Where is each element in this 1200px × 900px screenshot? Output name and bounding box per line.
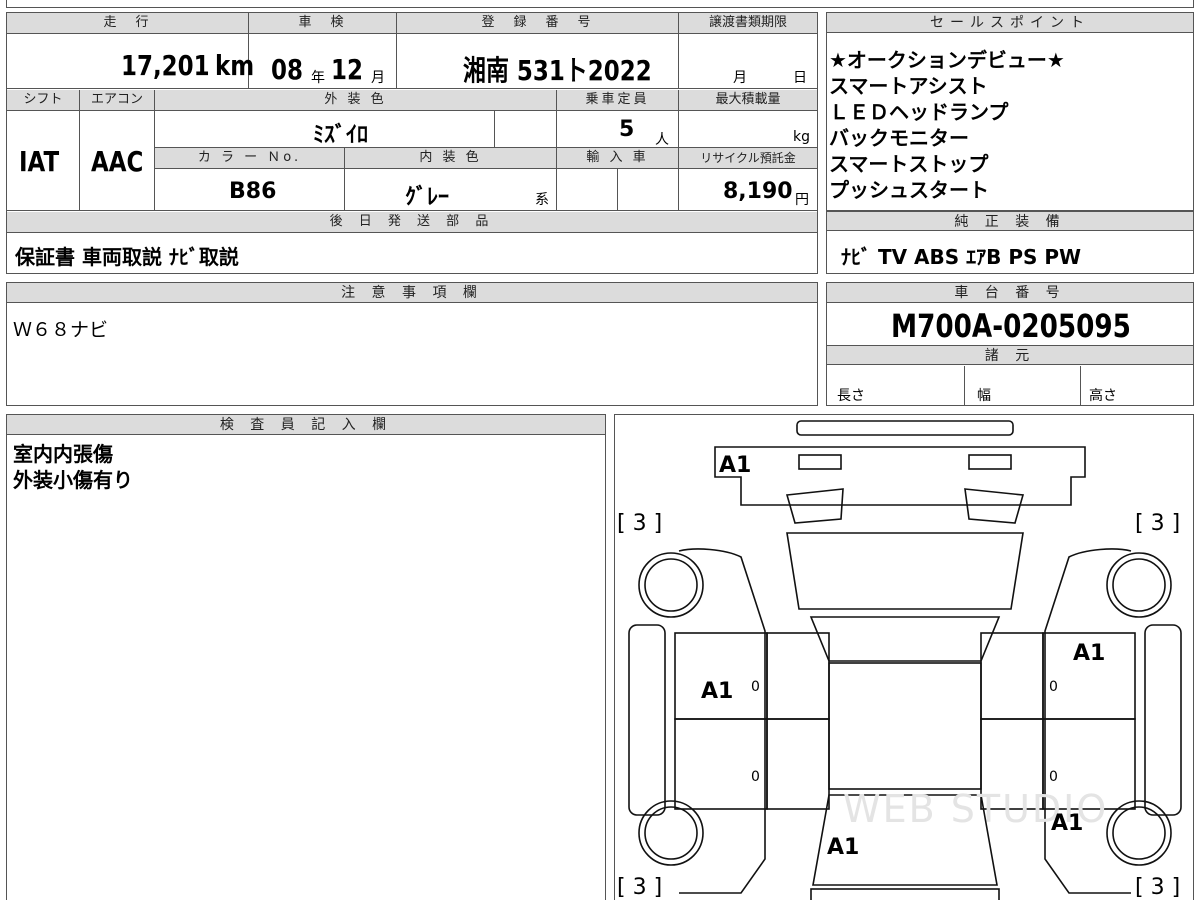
inspection-month-unit: 月 <box>371 70 385 86</box>
max-load-label: 最大積載量 <box>679 90 817 111</box>
chassis-label: 車 台 番 号 <box>827 283 1193 303</box>
tire-rear-right: [ 3 ] <box>1135 875 1181 900</box>
recycle-label: リサイクル預託金 <box>679 148 817 169</box>
sales-point-item: スマートアシスト <box>829 74 988 98</box>
notes-label: 注 意 事 項 欄 <box>7 283 817 303</box>
specs-height: 高さ <box>1089 388 1117 404</box>
capacity-label: 乗車定員 <box>557 90 679 111</box>
registration-value: 湘南 531ト2022 <box>463 54 652 87</box>
capacity-value: 5 <box>619 117 635 142</box>
mileage-value: 17,201 <box>121 49 210 82</box>
inspector-box: 検 査 員 記 入 欄 室内内張傷 外装小傷有り <box>6 414 606 900</box>
mark-right-front-door: A1 <box>1073 641 1106 666</box>
specs-label: 諸 元 <box>827 345 1193 365</box>
equipment-label: 純 正 装 備 <box>827 211 1193 231</box>
notes-value: Ｗ６８ナビ <box>13 319 109 341</box>
recycle-value: 8,190 <box>723 179 793 204</box>
max-load-unit: kg <box>793 129 810 145</box>
sales-point-item: ＬＥＤヘッドランプ <box>829 100 1009 124</box>
tire-front-right: [ 3 ] <box>1135 511 1181 536</box>
mark-right-rear: A1 <box>1051 811 1084 836</box>
color-no-label: カ ラ ー Ｎo. <box>155 148 345 169</box>
inspection-year-unit: 年 <box>311 70 325 86</box>
tire-front-left: [ 3 ] <box>617 511 663 536</box>
tire-rear-left: [ 3 ] <box>617 875 663 900</box>
inspector-line: 外装小傷有り <box>13 468 133 492</box>
zero-mark: 0 <box>751 679 760 695</box>
zero-mark: 0 <box>1049 679 1058 695</box>
interior-color-value: ｸﾞﾚｰ <box>405 185 450 210</box>
mark-front: A1 <box>719 453 752 478</box>
inspection-month: 12 <box>331 53 363 86</box>
transfer-month-unit: 月 <box>733 70 747 86</box>
shift-label: シフト <box>7 90 80 111</box>
shift-value: IAT <box>19 145 60 178</box>
inspector-notes: 室内内張傷 外装小傷有り <box>13 441 133 493</box>
top-strip <box>6 0 1194 8</box>
shipping-parts-label: 後 日 発 送 部 品 <box>7 212 817 233</box>
sales-points-label: セールスポイント <box>827 13 1193 33</box>
aircon-label: エアコン <box>80 90 155 111</box>
sales-points-list: ★オークションデビュー★ スマートアシスト ＬＥＤヘッドランプ バックモニター … <box>829 47 1065 203</box>
shipping-parts-value: 保証書 車両取説 ﾅﾋﾞ取説 <box>15 245 239 269</box>
exterior-color-value: ﾐｽﾞｲﾛ <box>313 123 369 148</box>
sales-points-box: セールスポイント ★オークションデビュー★ スマートアシスト ＬＥＤヘッドランプ… <box>826 12 1194 211</box>
import-label: 輸 入 車 <box>557 148 679 169</box>
notes-box: 注 意 事 項 欄 Ｗ６８ナビ <box>6 282 818 406</box>
registration-label: 登 録 番 号 <box>397 13 679 34</box>
chassis-value: M700A-0205095 <box>891 307 1131 345</box>
mark-left-front-door: A1 <box>701 679 734 704</box>
zero-mark: 0 <box>1049 769 1058 785</box>
mileage-unit: km <box>215 49 255 82</box>
sales-point-item: プッシュスタート <box>829 178 989 202</box>
inspector-label: 検 査 員 記 入 欄 <box>7 415 605 435</box>
aircon-value: AAC <box>91 145 144 178</box>
interior-color-label: 内 装 色 <box>345 148 557 169</box>
mark-rear: A1 <box>827 835 860 860</box>
vehicle-info-table: 走 行 車 検 登 録 番 号 譲渡書類期限 17,201 km 08 年 12… <box>6 12 818 274</box>
equipment-box: 純 正 装 備 ﾅﾋﾞ TV ABS ｴｱB PS PW <box>826 211 1194 274</box>
chassis-box: 車 台 番 号 M700A-0205095 諸 元 長さ 幅 高さ <box>826 282 1194 406</box>
transfer-day-unit: 日 <box>793 70 807 86</box>
interior-color-suffix: 系 <box>535 192 549 208</box>
equipment-value: ﾅﾋﾞ TV ABS ｴｱB PS PW <box>841 245 1082 269</box>
transfer-deadline-label: 譲渡書類期限 <box>679 13 817 34</box>
sales-point-item: ★オークションデビュー★ <box>829 48 1065 72</box>
inspection-year: 08 <box>271 53 303 86</box>
recycle-unit: 円 <box>795 192 809 208</box>
specs-length: 長さ <box>837 388 865 404</box>
specs-width: 幅 <box>977 388 991 404</box>
mileage-label: 走 行 <box>7 13 249 34</box>
sales-point-item: スマートストップ <box>829 152 989 176</box>
color-no-value: B86 <box>229 179 277 204</box>
zero-mark: 0 <box>751 769 760 785</box>
inspector-line: 室内内張傷 <box>13 442 113 466</box>
exterior-color-label: 外 装 色 <box>155 90 557 111</box>
car-diagram-box: WEB STUDIO A1 A1 A1 A1 A1 [ 3 ] [ 3 ] [ … <box>614 414 1194 900</box>
capacity-unit: 人 <box>655 132 669 148</box>
inspection-label: 車 検 <box>249 13 397 34</box>
sales-point-item: バックモニター <box>829 126 969 150</box>
